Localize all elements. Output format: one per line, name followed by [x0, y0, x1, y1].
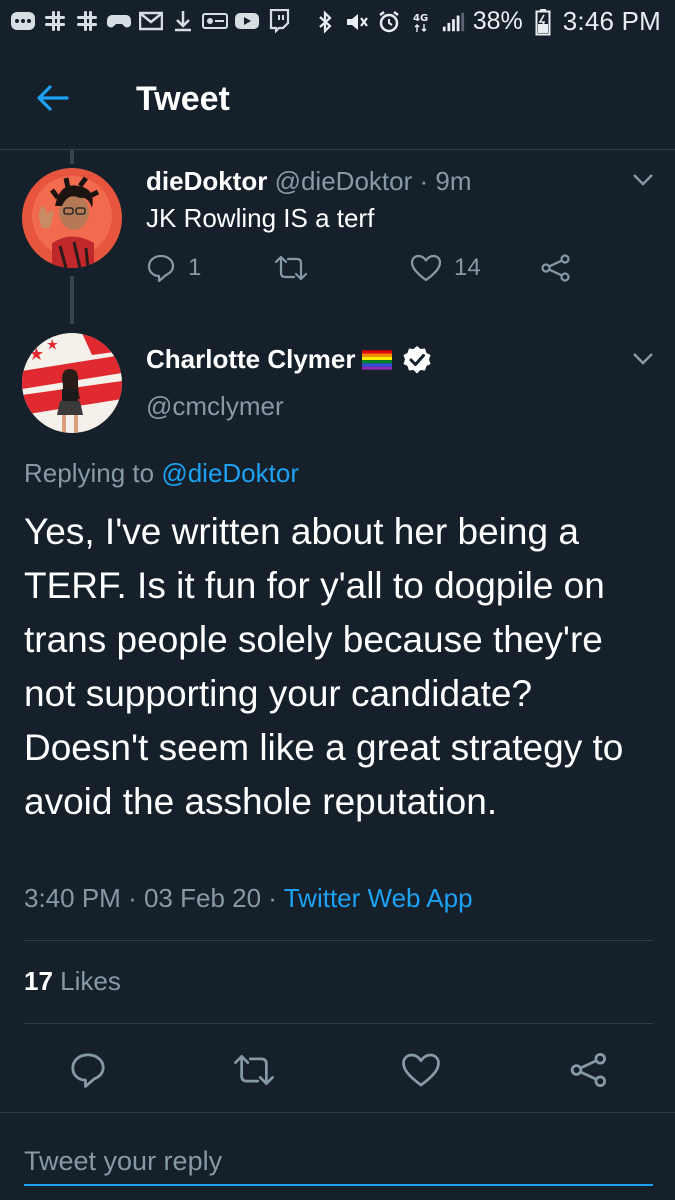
- reply-icon: [147, 254, 175, 283]
- meta-separator: ·: [268, 883, 277, 913]
- likes-count: 17: [24, 966, 53, 996]
- like-button[interactable]: [399, 1048, 443, 1092]
- reply-tweet-reply-count: 1: [188, 254, 202, 281]
- slack-icon: [74, 7, 100, 35]
- replying-to-link[interactable]: @dieDoktor: [161, 458, 299, 488]
- tweet-source-link[interactable]: Twitter Web App: [284, 883, 473, 913]
- share-icon: [570, 1053, 606, 1087]
- alarm-icon: [377, 8, 401, 36]
- status-left-icons: [10, 7, 292, 35]
- main-tweet-menu-button[interactable]: [628, 347, 658, 371]
- reply-tweet-like-button[interactable]: 14: [410, 253, 481, 283]
- arrow-left-icon: [37, 85, 69, 111]
- avatar-cmclymer[interactable]: [22, 333, 122, 433]
- main-tweet-text: Yes, I've written about her being a TERF…: [24, 511, 624, 822]
- reply-author-name[interactable]: dieDoktor: [146, 166, 267, 196]
- main-tweet-meta: 3:40 PM · 03 Feb 20 · Twitter Web App: [24, 883, 473, 914]
- heart-icon: [410, 254, 442, 282]
- message-badge-icon: [10, 7, 36, 35]
- share-button[interactable]: [567, 1048, 611, 1092]
- meta-separator: ·: [128, 883, 137, 913]
- mute-icon: [345, 8, 369, 36]
- retweet-icon: [274, 255, 308, 281]
- reply-age: 9m: [435, 166, 472, 196]
- reply-input[interactable]: [24, 1138, 653, 1186]
- reply-tweet-header: dieDoktor @dieDoktor · 9m: [146, 166, 472, 197]
- replying-to-label: Replying to: [24, 458, 155, 488]
- twitch-icon: [266, 7, 292, 35]
- 4g-icon: 4G: [409, 8, 433, 36]
- chevron-down-icon: [633, 353, 653, 365]
- reply-author-handle[interactable]: @dieDoktor: [275, 166, 413, 196]
- battery-icon: [531, 8, 555, 36]
- main-author-name[interactable]: Charlotte Clymer: [146, 344, 356, 375]
- verified-badge-icon: [403, 345, 430, 373]
- tweet-time: 3:40 PM: [24, 883, 121, 913]
- likes-label: Likes: [60, 966, 121, 996]
- rainbow-flag-icon: [361, 349, 392, 370]
- reply-tweet-retweet-button[interactable]: [274, 253, 308, 283]
- reply-button[interactable]: [66, 1048, 110, 1092]
- reply-tweet-share-button[interactable]: [540, 253, 572, 283]
- main-tweet-header: Charlotte Clymer: [146, 344, 432, 375]
- likes-summary[interactable]: 17 Likes: [24, 966, 121, 997]
- replying-to: Replying to @dieDoktor: [24, 458, 299, 489]
- divider: [24, 1023, 653, 1024]
- share-icon: [541, 254, 570, 282]
- heart-icon: [402, 1053, 440, 1087]
- main-tweet-actions: [0, 1048, 675, 1092]
- divider: [24, 940, 653, 941]
- chevron-down-icon: [633, 174, 653, 186]
- svg-text:4G: 4G: [413, 13, 428, 24]
- reply-tweet-menu-button[interactable]: [628, 168, 658, 192]
- reply-separator: ·: [419, 166, 429, 196]
- back-button[interactable]: [30, 78, 74, 118]
- retweet-button[interactable]: [232, 1048, 276, 1092]
- signal-icon: [441, 8, 465, 36]
- tweet-date: 03 Feb 20: [143, 883, 262, 913]
- battery-percent: 38%: [472, 7, 523, 35]
- thread-line-connector: [70, 276, 74, 324]
- bluetooth-icon: [313, 8, 337, 36]
- status-right: 4G 38% 3:46 PM: [313, 6, 661, 37]
- download-icon: [170, 7, 196, 35]
- page-title: Tweet: [136, 80, 230, 118]
- divider: [0, 1112, 675, 1113]
- youtube-icon: [234, 7, 260, 35]
- reply-tweet-actions: 1 14: [146, 253, 586, 289]
- thread-line-top: [70, 150, 74, 164]
- reply-tweet-like-count: 14: [454, 254, 481, 281]
- main-author-handle[interactable]: @cmclymer: [146, 391, 284, 422]
- reply-icon: [71, 1053, 105, 1088]
- slack-icon: [42, 7, 68, 35]
- game-controller-icon: [106, 7, 132, 35]
- gmail-icon: [138, 7, 164, 35]
- avatar-diedoktor[interactable]: [22, 168, 122, 268]
- clock: 3:46 PM: [562, 6, 661, 36]
- key-card-icon: [202, 7, 228, 35]
- reply-tweet-reply-button[interactable]: 1: [146, 253, 201, 283]
- status-bar: 4G 38% 3:46 PM: [0, 0, 675, 44]
- retweet-icon: [234, 1055, 274, 1085]
- reply-tweet-text: JK Rowling IS a terf: [146, 203, 375, 233]
- app-header: Tweet: [0, 44, 675, 150]
